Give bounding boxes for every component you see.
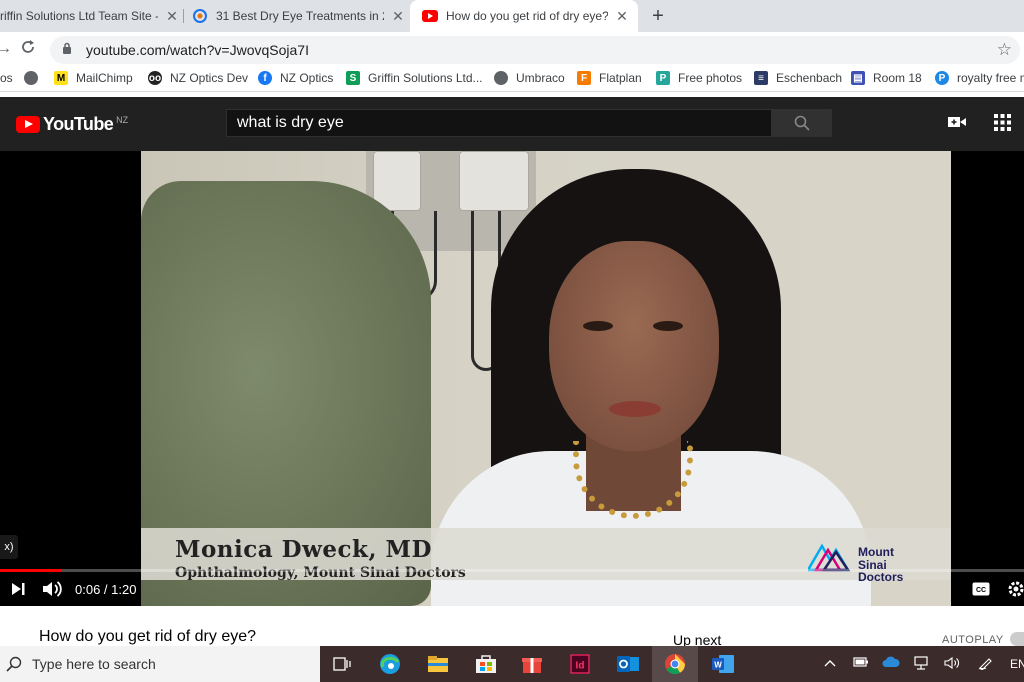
room-icon: ▤	[851, 71, 865, 85]
battery-icon[interactable]	[853, 656, 869, 671]
doctor-face	[549, 241, 719, 451]
watch-page-info: How do you get rid of dry eye? Up next A…	[0, 606, 1024, 648]
bookmark-eschenbach[interactable]: ≡ Eschenbach	[754, 71, 842, 85]
bookmark-griffin-solutions[interactable]: S Griffin Solutions Ltd...	[346, 71, 483, 85]
bookmark-mailchimp[interactable]: M MailChimp	[54, 71, 133, 85]
youtube-search-button[interactable]	[771, 109, 832, 137]
gift-app-icon[interactable]	[520, 652, 544, 676]
svg-text:CC: CC	[976, 587, 986, 594]
apps-grid-icon[interactable]	[994, 114, 1011, 136]
settings-gear-icon[interactable]	[1007, 580, 1024, 601]
bookmarks-bar: os M MailChimp oo NZ Optics Dev f NZ Optics…	[0, 68, 1024, 92]
svg-text:Id: Id	[576, 661, 585, 672]
facebook-icon: f	[258, 71, 272, 85]
bookmark-flatplan[interactable]: F Flatplan	[577, 71, 642, 85]
bookmark-star-icon[interactable]: ☆	[997, 40, 1012, 60]
microsoft-store-icon[interactable]	[474, 652, 498, 676]
tab-griffin-team-site[interactable]: riffin Solutions Ltd Team Site - Ho ✕	[0, 0, 180, 32]
tab-separator	[183, 9, 184, 23]
task-view-icon[interactable]	[330, 652, 354, 676]
eye-right	[653, 321, 683, 331]
bookmark-nz-optics-dev[interactable]: oo NZ Optics Dev	[148, 71, 248, 85]
input-language-indicator[interactable]: EN	[1010, 657, 1024, 671]
show-hidden-icons-chevron-icon[interactable]	[824, 656, 836, 671]
edge-browser-icon[interactable]	[378, 652, 402, 676]
wall-device	[459, 151, 529, 211]
youtube-search-input[interactable]: what is dry eye	[226, 109, 772, 137]
volume-icon[interactable]	[42, 580, 62, 601]
globe-icon	[494, 71, 508, 85]
windows-taskbar: Type here to search Id W EN	[0, 646, 1024, 682]
chrome-icon[interactable]	[663, 652, 687, 676]
mailchimp-icon: M	[54, 71, 68, 85]
onedrive-cloud-icon[interactable]	[882, 656, 900, 671]
youtube-play-logo-icon	[16, 116, 40, 133]
reload-icon[interactable]	[20, 39, 36, 60]
glasses-icon: oo	[148, 71, 162, 85]
site-favicon-icon	[192, 8, 208, 24]
search-icon	[794, 115, 810, 131]
search-icon	[6, 656, 22, 672]
autoplay-toggle[interactable]	[1010, 632, 1024, 646]
indesign-icon[interactable]: Id	[568, 652, 592, 676]
new-tab-plus-icon[interactable]: +	[648, 4, 668, 28]
player-controls: 0:06 / 1:20 CC	[0, 576, 1024, 606]
video-player[interactable]: Monica Dweck, MD Ophthalmology, Mount Si…	[0, 151, 1024, 606]
mount-sinai-logo-icon	[808, 543, 851, 572]
p-icon: P	[935, 71, 949, 85]
close-tab-icon[interactable]: ✕	[390, 8, 406, 25]
youtube-header: YouTube NZ what is dry eye	[0, 97, 1024, 151]
time-display: 0:06 / 1:20	[75, 582, 137, 597]
sharepoint-icon: S	[346, 71, 360, 85]
next-video-icon[interactable]	[11, 582, 25, 599]
network-icon[interactable]	[914, 656, 930, 673]
browser-toolbar: → youtube.com/watch?v=JwovqSoja7I ☆	[0, 32, 1024, 68]
speed-indicator: x)	[0, 535, 18, 559]
tab-youtube-dry-eye[interactable]: How do you get rid of dry eye? - Yo ✕	[410, 0, 638, 32]
url-text: youtube.com/watch?v=JwovqSoja7I	[86, 42, 309, 58]
bookmark-royalty-free[interactable]: Proyalty free m	[935, 71, 1024, 85]
speaker-name: Monica Dweck, MD	[175, 536, 432, 563]
bookmark-free-photos[interactable]: P Free photos	[656, 71, 742, 85]
photos-icon: P	[656, 71, 670, 85]
youtube-favicon-icon	[422, 8, 438, 24]
browser-tab-bar: riffin Solutions Ltd Team Site - Ho ✕ 31…	[0, 0, 1024, 32]
svg-text:W: W	[714, 661, 722, 670]
close-tab-icon[interactable]: ✕	[614, 8, 630, 25]
create-video-icon[interactable]	[948, 114, 966, 135]
flatplan-icon: F	[577, 71, 591, 85]
bookmark-item[interactable]	[24, 71, 46, 85]
video-title: How do you get rid of dry eye?	[39, 628, 257, 645]
address-bar[interactable]: youtube.com/watch?v=JwovqSoja7I ☆	[50, 36, 1020, 64]
close-tab-icon[interactable]: ✕	[164, 8, 180, 25]
speaker-volume-icon[interactable]	[944, 656, 960, 673]
bookmark-room-18[interactable]: ▤ Room 18	[851, 71, 922, 85]
bookmark-item[interactable]: os	[0, 71, 13, 85]
bookmark-umbraco[interactable]: Umbraco	[494, 71, 565, 85]
progress-played	[0, 569, 62, 572]
word-icon[interactable]: W	[711, 652, 735, 676]
bookmark-nz-optics[interactable]: f NZ Optics	[258, 71, 333, 85]
taskbar-search-box[interactable]: Type here to search	[0, 646, 320, 682]
lower-third-caption: Monica Dweck, MD Ophthalmology, Mount Si…	[141, 528, 951, 583]
autoplay-label: AUTOPLAY	[942, 634, 1004, 646]
pen-ink-icon[interactable]	[978, 656, 994, 673]
file-explorer-icon[interactable]	[426, 652, 450, 676]
eye-left	[583, 321, 613, 331]
forward-arrow-icon[interactable]: →	[0, 40, 12, 58]
eschenbach-icon: ≡	[754, 71, 768, 85]
mouth	[609, 401, 661, 417]
closed-captions-icon[interactable]: CC	[972, 582, 990, 599]
outlook-icon[interactable]	[616, 652, 640, 676]
video-progress-bar[interactable]	[0, 569, 1024, 572]
youtube-logo[interactable]: YouTube NZ	[16, 114, 128, 135]
globe-icon	[24, 71, 38, 85]
lock-icon	[62, 41, 76, 59]
tab-dry-eye-treatments[interactable]: 31 Best Dry Eye Treatments in 20 ✕	[192, 0, 406, 32]
